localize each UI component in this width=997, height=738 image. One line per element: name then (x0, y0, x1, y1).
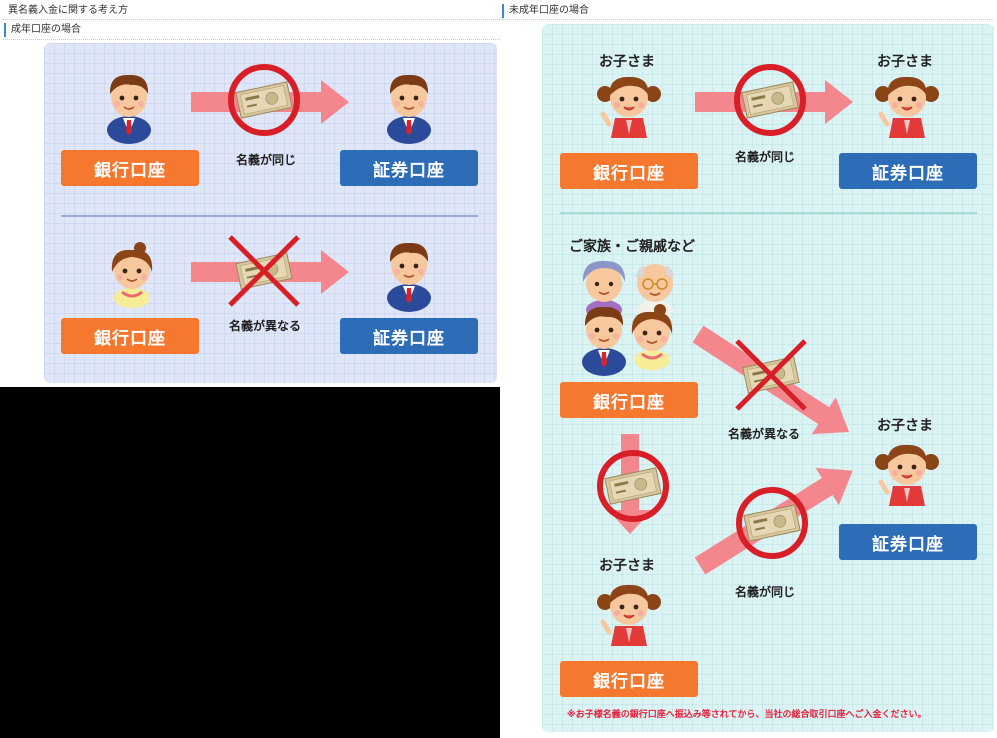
circle-ok-icon (734, 64, 806, 136)
family-label: ご家族・ご親戚など (569, 239, 695, 255)
arrow-diagonal-down-icon (692, 325, 849, 435)
securities-account-button: 証券口座 (839, 524, 977, 560)
securities-account-button: 証券口座 (839, 153, 977, 189)
caption-same: 名義が同じ (735, 585, 796, 599)
caption-different: 名義が異なる (728, 427, 801, 441)
circle-ok-icon (736, 487, 808, 559)
man-icon (581, 306, 627, 377)
circle-ok-icon (597, 450, 669, 522)
arrow-right-icon (191, 80, 349, 124)
caption-different: 名義が異なる (229, 319, 302, 333)
black-area (0, 387, 500, 738)
bank-account-button: 銀行口座 (560, 382, 698, 418)
grandpa-icon (635, 263, 675, 321)
girl-icon (629, 580, 630, 581)
left-header: 異名義入金に関する考え方 (8, 5, 128, 16)
right-header-underline (502, 19, 994, 20)
woman-icon (630, 302, 674, 372)
caption-same: 名義が同じ (236, 153, 297, 167)
securities-account-button: 証券口座 (340, 318, 478, 354)
girl-icon (629, 72, 630, 73)
child-label: お子さま (877, 54, 933, 70)
man-icon (386, 74, 432, 145)
girl-icon (907, 72, 908, 73)
caption-same: 名義が同じ (735, 150, 796, 164)
securities-account-button: 証券口座 (340, 150, 478, 186)
bank-account-button: 銀行口座 (61, 318, 199, 354)
child-label: お子さま (599, 558, 655, 574)
arrow-down-icon (608, 434, 652, 534)
left-subheader: 成年口座の場合 (4, 23, 500, 37)
bank-account-button: 銀行口座 (61, 150, 199, 186)
woman-icon (110, 240, 154, 310)
girl-icon (907, 440, 908, 441)
man-icon (106, 74, 152, 145)
minor-divider (560, 212, 977, 214)
bank-account-button: 銀行口座 (560, 661, 698, 697)
adult-divider (61, 215, 478, 217)
cross-ng-icon (735, 339, 807, 411)
man-icon (386, 242, 432, 313)
grandma-icon (582, 260, 626, 321)
left-subheader-underline (3, 39, 500, 40)
left-header-underline (3, 19, 500, 20)
bank-account-button: 銀行口座 (560, 153, 698, 189)
arrow-diagonal-up-icon (694, 467, 853, 575)
footnote: ※お子様名義の銀行口座へ振込み等されてから、当社の総合取引口座へご入金ください。 (567, 710, 927, 720)
cross-ng-icon (228, 235, 300, 307)
arrow-right-icon (191, 250, 349, 294)
child-label: お子さま (599, 54, 655, 70)
circle-ok-icon (228, 64, 300, 136)
right-header: 未成年口座の場合 (502, 4, 992, 18)
arrow-right-icon (695, 80, 853, 124)
child-label: お子さま (877, 418, 933, 434)
